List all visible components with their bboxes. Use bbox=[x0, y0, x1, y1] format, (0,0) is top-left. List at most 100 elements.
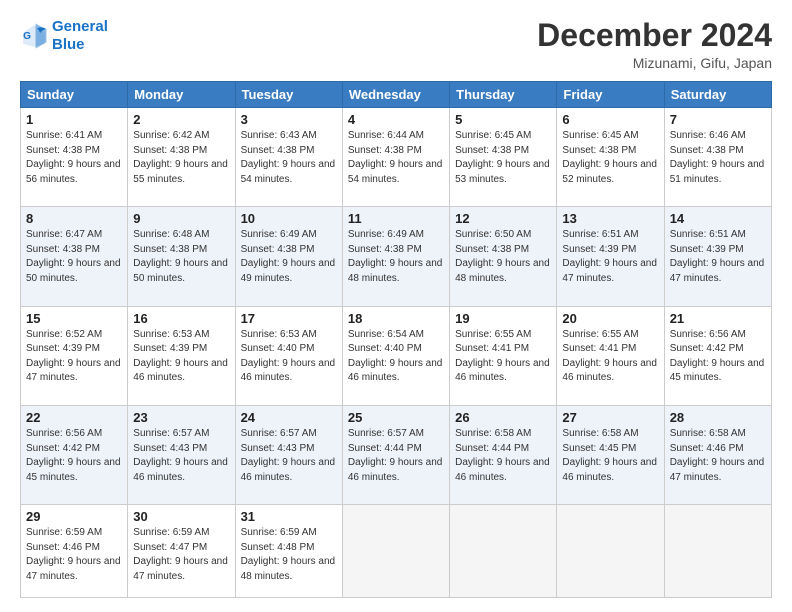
calendar-day-cell: 12 Sunrise: 6:50 AMSunset: 4:38 PMDayligh… bbox=[450, 207, 557, 306]
day-number: 27 bbox=[562, 410, 658, 425]
calendar-week-row: 8 Sunrise: 6:47 AMSunset: 4:38 PMDaylight… bbox=[21, 207, 772, 306]
calendar-day-cell: 11 Sunrise: 6:49 AMSunset: 4:38 PMDayligh… bbox=[342, 207, 449, 306]
calendar-day-cell: 19 Sunrise: 6:55 AMSunset: 4:41 PMDayligh… bbox=[450, 306, 557, 405]
calendar-header-row: SundayMondayTuesdayWednesdayThursdayFrid… bbox=[21, 82, 772, 108]
day-info: Sunrise: 6:58 AMSunset: 4:45 PMDaylight:… bbox=[562, 427, 658, 485]
day-number: 12 bbox=[455, 211, 551, 226]
weekday-header-monday: Monday bbox=[128, 82, 235, 108]
weekday-header-thursday: Thursday bbox=[450, 82, 557, 108]
day-info: Sunrise: 6:53 AMSunset: 4:40 PMDaylight:… bbox=[241, 328, 337, 386]
day-info: Sunrise: 6:49 AMSunset: 4:38 PMDaylight:… bbox=[348, 228, 444, 286]
calendar-day-cell: 27 Sunrise: 6:58 AMSunset: 4:45 PMDayligh… bbox=[557, 406, 664, 505]
day-number: 6 bbox=[562, 112, 658, 127]
calendar-day-cell bbox=[450, 505, 557, 598]
day-info: Sunrise: 6:50 AMSunset: 4:38 PMDaylight:… bbox=[455, 228, 551, 286]
calendar-day-cell: 4 Sunrise: 6:44 AMSunset: 4:38 PMDaylight… bbox=[342, 108, 449, 207]
calendar-day-cell: 7 Sunrise: 6:46 AMSunset: 4:38 PMDaylight… bbox=[664, 108, 771, 207]
day-number: 2 bbox=[133, 112, 229, 127]
day-info: Sunrise: 6:55 AMSunset: 4:41 PMDaylight:… bbox=[562, 328, 658, 386]
day-info: Sunrise: 6:43 AMSunset: 4:38 PMDaylight:… bbox=[241, 129, 337, 187]
day-number: 8 bbox=[26, 211, 122, 226]
day-number: 11 bbox=[348, 211, 444, 226]
calendar-day-cell: 15 Sunrise: 6:52 AMSunset: 4:39 PMDayligh… bbox=[21, 306, 128, 405]
calendar-week-row: 1Sunrise: 6:41 AMSunset: 4:38 PMDaylight… bbox=[21, 108, 772, 207]
logo: G General Blue bbox=[20, 18, 108, 54]
day-number: 18 bbox=[348, 311, 444, 326]
day-number: 1 bbox=[26, 112, 122, 127]
day-info: Sunrise: 6:59 AMSunset: 4:47 PMDaylight:… bbox=[133, 526, 229, 584]
day-info: Sunrise: 6:46 AMSunset: 4:38 PMDaylight:… bbox=[670, 129, 766, 187]
day-number: 30 bbox=[133, 509, 229, 524]
day-info: Sunrise: 6:57 AMSunset: 4:44 PMDaylight:… bbox=[348, 427, 444, 485]
day-number: 25 bbox=[348, 410, 444, 425]
day-number: 31 bbox=[241, 509, 337, 524]
calendar-day-cell: 3 Sunrise: 6:43 AMSunset: 4:38 PMDaylight… bbox=[235, 108, 342, 207]
day-info: Sunrise: 6:57 AMSunset: 4:43 PMDaylight:… bbox=[241, 427, 337, 485]
logo-icon: G bbox=[20, 22, 48, 50]
calendar-day-cell: 2 Sunrise: 6:42 AMSunset: 4:38 PMDaylight… bbox=[128, 108, 235, 207]
day-number: 17 bbox=[241, 311, 337, 326]
day-info: Sunrise: 6:53 AMSunset: 4:39 PMDaylight:… bbox=[133, 328, 229, 386]
calendar-day-cell: 18 Sunrise: 6:54 AMSunset: 4:40 PMDayligh… bbox=[342, 306, 449, 405]
weekday-header-sunday: Sunday bbox=[21, 82, 128, 108]
day-info: Sunrise: 6:44 AMSunset: 4:38 PMDaylight:… bbox=[348, 129, 444, 187]
calendar-day-cell: 1Sunrise: 6:41 AMSunset: 4:38 PMDaylight… bbox=[21, 108, 128, 207]
day-number: 15 bbox=[26, 311, 122, 326]
calendar-day-cell bbox=[557, 505, 664, 598]
day-number: 23 bbox=[133, 410, 229, 425]
day-number: 21 bbox=[670, 311, 766, 326]
calendar-day-cell: 21 Sunrise: 6:56 AMSunset: 4:42 PMDayligh… bbox=[664, 306, 771, 405]
day-info: Sunrise: 6:57 AMSunset: 4:43 PMDaylight:… bbox=[133, 427, 229, 485]
day-info: Sunrise: 6:51 AMSunset: 4:39 PMDaylight:… bbox=[562, 228, 658, 286]
calendar-day-cell: 22 Sunrise: 6:56 AMSunset: 4:42 PMDayligh… bbox=[21, 406, 128, 505]
calendar-day-cell: 25 Sunrise: 6:57 AMSunset: 4:44 PMDayligh… bbox=[342, 406, 449, 505]
calendar-day-cell: 30 Sunrise: 6:59 AMSunset: 4:47 PMDayligh… bbox=[128, 505, 235, 598]
calendar-week-row: 15 Sunrise: 6:52 AMSunset: 4:39 PMDayligh… bbox=[21, 306, 772, 405]
calendar-week-row: 22 Sunrise: 6:56 AMSunset: 4:42 PMDayligh… bbox=[21, 406, 772, 505]
month-title: December 2024 bbox=[537, 18, 772, 53]
calendar-day-cell: 14Sunrise: 6:51 AMSunset: 4:39 PMDayligh… bbox=[664, 207, 771, 306]
header: G General Blue December 2024 Mizunami, G… bbox=[20, 18, 772, 71]
day-number: 5 bbox=[455, 112, 551, 127]
day-info: Sunrise: 6:48 AMSunset: 4:38 PMDaylight:… bbox=[133, 228, 229, 286]
day-info: Sunrise: 6:42 AMSunset: 4:38 PMDaylight:… bbox=[133, 129, 229, 187]
day-number: 22 bbox=[26, 410, 122, 425]
day-number: 3 bbox=[241, 112, 337, 127]
day-info: Sunrise: 6:58 AMSunset: 4:44 PMDaylight:… bbox=[455, 427, 551, 485]
calendar-table: SundayMondayTuesdayWednesdayThursdayFrid… bbox=[20, 81, 772, 598]
logo-line1: General bbox=[52, 18, 108, 35]
day-number: 14 bbox=[670, 211, 766, 226]
day-number: 4 bbox=[348, 112, 444, 127]
calendar-day-cell: 29Sunrise: 6:59 AMSunset: 4:46 PMDayligh… bbox=[21, 505, 128, 598]
calendar-day-cell: 17 Sunrise: 6:53 AMSunset: 4:40 PMDayligh… bbox=[235, 306, 342, 405]
calendar-day-cell: 20Sunrise: 6:55 AMSunset: 4:41 PMDayligh… bbox=[557, 306, 664, 405]
day-info: Sunrise: 6:47 AMSunset: 4:38 PMDaylight:… bbox=[26, 228, 122, 286]
day-number: 10 bbox=[241, 211, 337, 226]
logo-line2: Blue bbox=[52, 36, 85, 53]
calendar-day-cell: 5 Sunrise: 6:45 AMSunset: 4:38 PMDaylight… bbox=[450, 108, 557, 207]
day-number: 28 bbox=[670, 410, 766, 425]
day-number: 19 bbox=[455, 311, 551, 326]
calendar-day-cell: 8 Sunrise: 6:47 AMSunset: 4:38 PMDaylight… bbox=[21, 207, 128, 306]
day-info: Sunrise: 6:55 AMSunset: 4:41 PMDaylight:… bbox=[455, 328, 551, 386]
calendar-day-cell: 10Sunrise: 6:49 AMSunset: 4:38 PMDayligh… bbox=[235, 207, 342, 306]
day-info: Sunrise: 6:54 AMSunset: 4:40 PMDaylight:… bbox=[348, 328, 444, 386]
day-number: 24 bbox=[241, 410, 337, 425]
calendar-day-cell: 24 Sunrise: 6:57 AMSunset: 4:43 PMDayligh… bbox=[235, 406, 342, 505]
day-info: Sunrise: 6:45 AMSunset: 4:38 PMDaylight:… bbox=[455, 129, 551, 187]
logo-text: General Blue bbox=[52, 18, 108, 54]
title-block: December 2024 Mizunami, Gifu, Japan bbox=[537, 18, 772, 71]
day-number: 9 bbox=[133, 211, 229, 226]
day-number: 13 bbox=[562, 211, 658, 226]
page: G General Blue December 2024 Mizunami, G… bbox=[0, 0, 792, 612]
day-number: 26 bbox=[455, 410, 551, 425]
day-info: Sunrise: 6:52 AMSunset: 4:39 PMDaylight:… bbox=[26, 328, 122, 386]
location: Mizunami, Gifu, Japan bbox=[537, 55, 772, 71]
calendar-day-cell bbox=[664, 505, 771, 598]
day-info: Sunrise: 6:45 AMSunset: 4:38 PMDaylight:… bbox=[562, 129, 658, 187]
weekday-header-saturday: Saturday bbox=[664, 82, 771, 108]
day-number: 7 bbox=[670, 112, 766, 127]
day-info: Sunrise: 6:56 AMSunset: 4:42 PMDaylight:… bbox=[26, 427, 122, 485]
day-info: Sunrise: 6:56 AMSunset: 4:42 PMDaylight:… bbox=[670, 328, 766, 386]
calendar-day-cell: 23 Sunrise: 6:57 AMSunset: 4:43 PMDayligh… bbox=[128, 406, 235, 505]
